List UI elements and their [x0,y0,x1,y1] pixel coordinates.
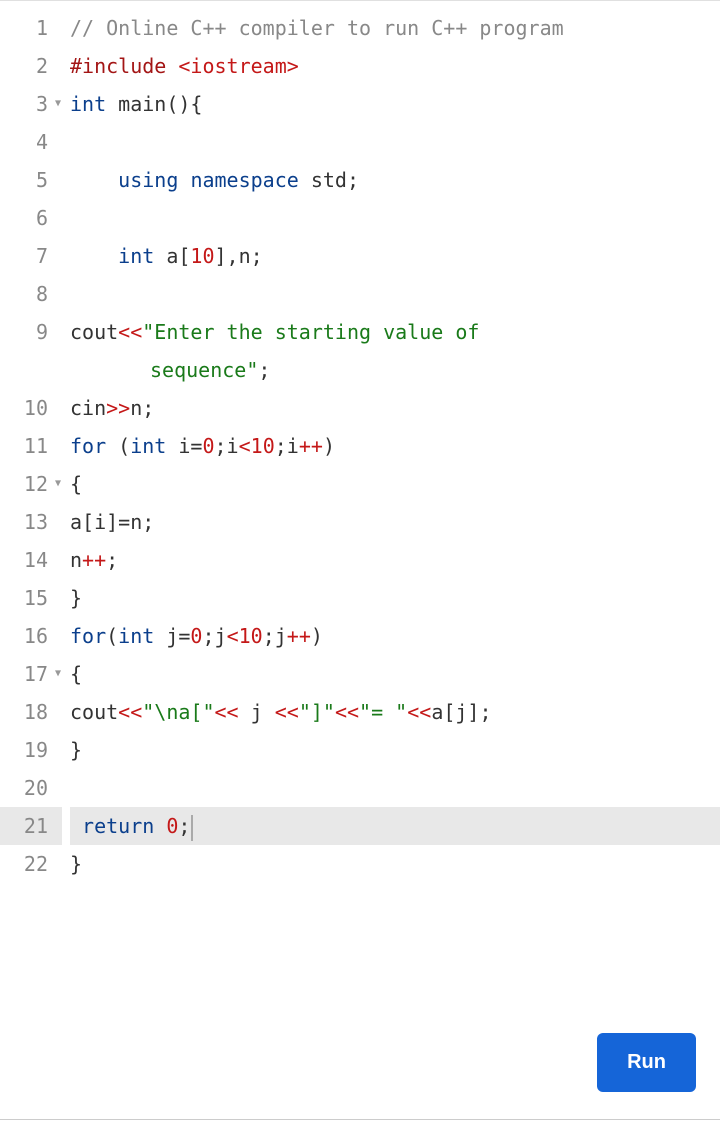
line-number: 22 [0,845,62,883]
line-number: 20 [0,769,62,807]
line-number: 12▼ [0,465,62,503]
code-line[interactable]: cin>>n; [70,389,720,427]
code-line[interactable]: #include <iostream> [70,47,720,85]
line-number: 2 [0,47,62,85]
line-number: 13 [0,503,62,541]
line-number: 1 [0,9,62,47]
code-line[interactable] [70,769,720,807]
code-line[interactable]: } [70,845,720,883]
line-number: 19 [0,731,62,769]
code-line[interactable]: for (int i=0;i<10;i++) [70,427,720,465]
fold-marker-icon[interactable]: ▼ [55,85,61,123]
code-line[interactable]: sequence"; [70,351,720,389]
line-number: 21 [0,807,62,845]
code-line[interactable] [70,275,720,313]
line-number: 11 [0,427,62,465]
line-number: 17▼ [0,655,62,693]
line-number: 4 [0,123,62,161]
line-number: 8 [0,275,62,313]
code-line[interactable]: { [70,465,720,503]
divider [0,1119,720,1120]
line-number: 3▼ [0,85,62,123]
code-line[interactable]: int main(){ [70,85,720,123]
line-number: 9 [0,313,62,351]
line-number: 14 [0,541,62,579]
code-line[interactable]: a[i]=n; [70,503,720,541]
text-cursor-icon [191,815,193,841]
code-line[interactable]: // Online C++ compiler to run C++ progra… [70,9,720,47]
line-number: 18 [0,693,62,731]
line-number: 7 [0,237,62,275]
code-line[interactable]: for(int j=0;j<10;j++) [70,617,720,655]
code-line[interactable]: int a[10],n; [70,237,720,275]
fold-marker-icon[interactable]: ▼ [55,465,61,503]
line-number [0,351,62,389]
code-line[interactable]: } [70,731,720,769]
line-number: 15 [0,579,62,617]
code-line[interactable]: n++; [70,541,720,579]
run-button[interactable]: Run [597,1033,696,1092]
line-number-gutter: 1 2 3▼ 4 5 6 7 8 9 10 11 12▼ 13 14 15 16… [0,1,62,1126]
code-line[interactable]: using namespace std; [70,161,720,199]
code-line[interactable]: cout<<"Enter the starting value of [70,313,720,351]
code-line[interactable]: { [70,655,720,693]
line-number: 10 [0,389,62,427]
code-editor[interactable]: 1 2 3▼ 4 5 6 7 8 9 10 11 12▼ 13 14 15 16… [0,0,720,1126]
line-number: 16 [0,617,62,655]
fold-marker-icon[interactable]: ▼ [55,655,61,693]
code-content[interactable]: // Online C++ compiler to run C++ progra… [62,1,720,1126]
line-number: 6 [0,199,62,237]
line-number: 5 [0,161,62,199]
code-line[interactable] [70,123,720,161]
code-line[interactable] [70,199,720,237]
code-line[interactable]: cout<<"\na["<< j <<"]"<<"= "<<a[j]; [70,693,720,731]
code-line[interactable]: } [70,579,720,617]
code-line-active[interactable]: return 0; [70,807,720,845]
